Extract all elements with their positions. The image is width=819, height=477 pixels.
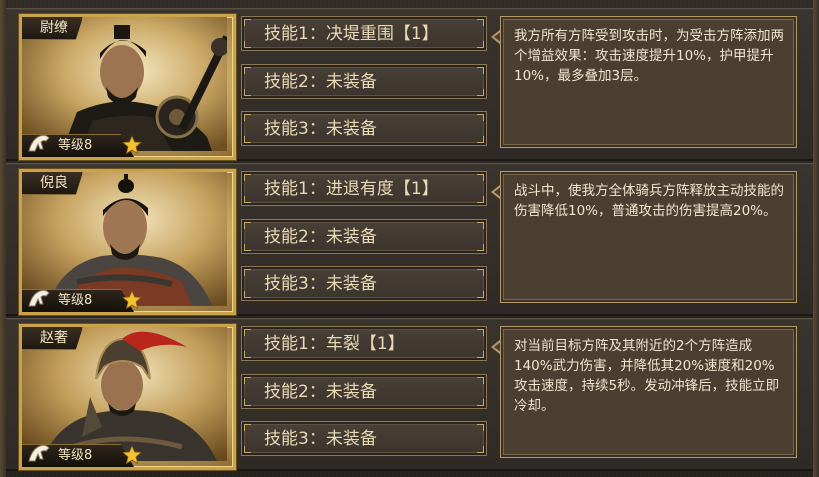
skill-slot-2[interactable]: 技能2：未装备 xyxy=(241,219,487,254)
skill-slot-label: 技能2：未装备 xyxy=(264,382,377,402)
skill-slot-2[interactable]: 技能2：未装备 xyxy=(241,374,487,409)
skill-slot-label: 技能3：未装备 xyxy=(264,429,377,449)
skill-slot-label: 技能1：进退有度【1】 xyxy=(264,179,439,199)
level-label: 等级8 xyxy=(58,138,93,153)
skill-slot-label: 技能2：未装备 xyxy=(264,227,377,247)
general-name: 赵奢 xyxy=(22,327,83,350)
horse-icon xyxy=(28,289,50,307)
skill-description: 我方所有方阵受到攻击时，为受击方阵添加两个增益效果：攻击速度提升10%，护甲提升… xyxy=(500,16,797,148)
general-row: 赵奢 等级8 技能1：车裂【1】 技能2：未装备 技能3：未装备 对当前目标方阵… xyxy=(6,318,813,471)
general-skill-panel: 尉缭 等级8 技能1：决堤重围【1】 技能2：未装备 技能3：未装备 我方所有方… xyxy=(0,0,819,477)
star-icon xyxy=(122,290,142,310)
star-icon xyxy=(122,445,142,465)
skill-slot-1[interactable]: 技能1：决堤重围【1】 xyxy=(241,16,487,51)
skill-slot-1[interactable]: 技能1：进退有度【1】 xyxy=(241,171,487,206)
general-portrait[interactable]: 倪良 等级8 xyxy=(19,169,236,315)
skill-slot-1[interactable]: 技能1：车裂【1】 xyxy=(241,326,487,361)
skill-slot-3[interactable]: 技能3：未装备 xyxy=(241,421,487,456)
general-name: 尉缭 xyxy=(22,17,83,40)
skill-description: 战斗中，使我方全体骑兵方阵释放主动技能的伤害降低10%，普通攻击的伤害提高20%… xyxy=(500,171,797,303)
skill-slot-label: 技能3：未装备 xyxy=(264,274,377,294)
horse-icon xyxy=(28,134,50,152)
skill-slot-2[interactable]: 技能2：未装备 xyxy=(241,64,487,99)
level-label: 等级8 xyxy=(58,448,93,463)
general-row: 倪良 等级8 技能1：进退有度【1】 技能2：未装备 技能3：未装备 战斗中，使… xyxy=(6,163,813,316)
skill-slot-3[interactable]: 技能3：未装备 xyxy=(241,266,487,301)
star-icon xyxy=(122,135,142,155)
general-name: 倪良 xyxy=(22,172,83,195)
skill-slot-label: 技能1：车裂【1】 xyxy=(264,334,405,354)
skill-description: 对当前目标方阵及其附近的2个方阵造成140%武力伤害，并降低其20%速度和20%… xyxy=(500,326,797,458)
skill-slot-label: 技能2：未装备 xyxy=(264,72,377,92)
skill-slot-label: 技能1：决堤重围【1】 xyxy=(264,24,439,44)
skill-slot-3[interactable]: 技能3：未装备 xyxy=(241,111,487,146)
horse-icon xyxy=(28,444,50,462)
general-portrait[interactable]: 尉缭 等级8 xyxy=(19,14,236,160)
skill-slot-label: 技能3：未装备 xyxy=(264,119,377,139)
general-row: 尉缭 等级8 技能1：决堤重围【1】 技能2：未装备 技能3：未装备 我方所有方… xyxy=(6,8,813,161)
level-label: 等级8 xyxy=(58,293,93,308)
general-portrait[interactable]: 赵奢 等级8 xyxy=(19,324,236,470)
